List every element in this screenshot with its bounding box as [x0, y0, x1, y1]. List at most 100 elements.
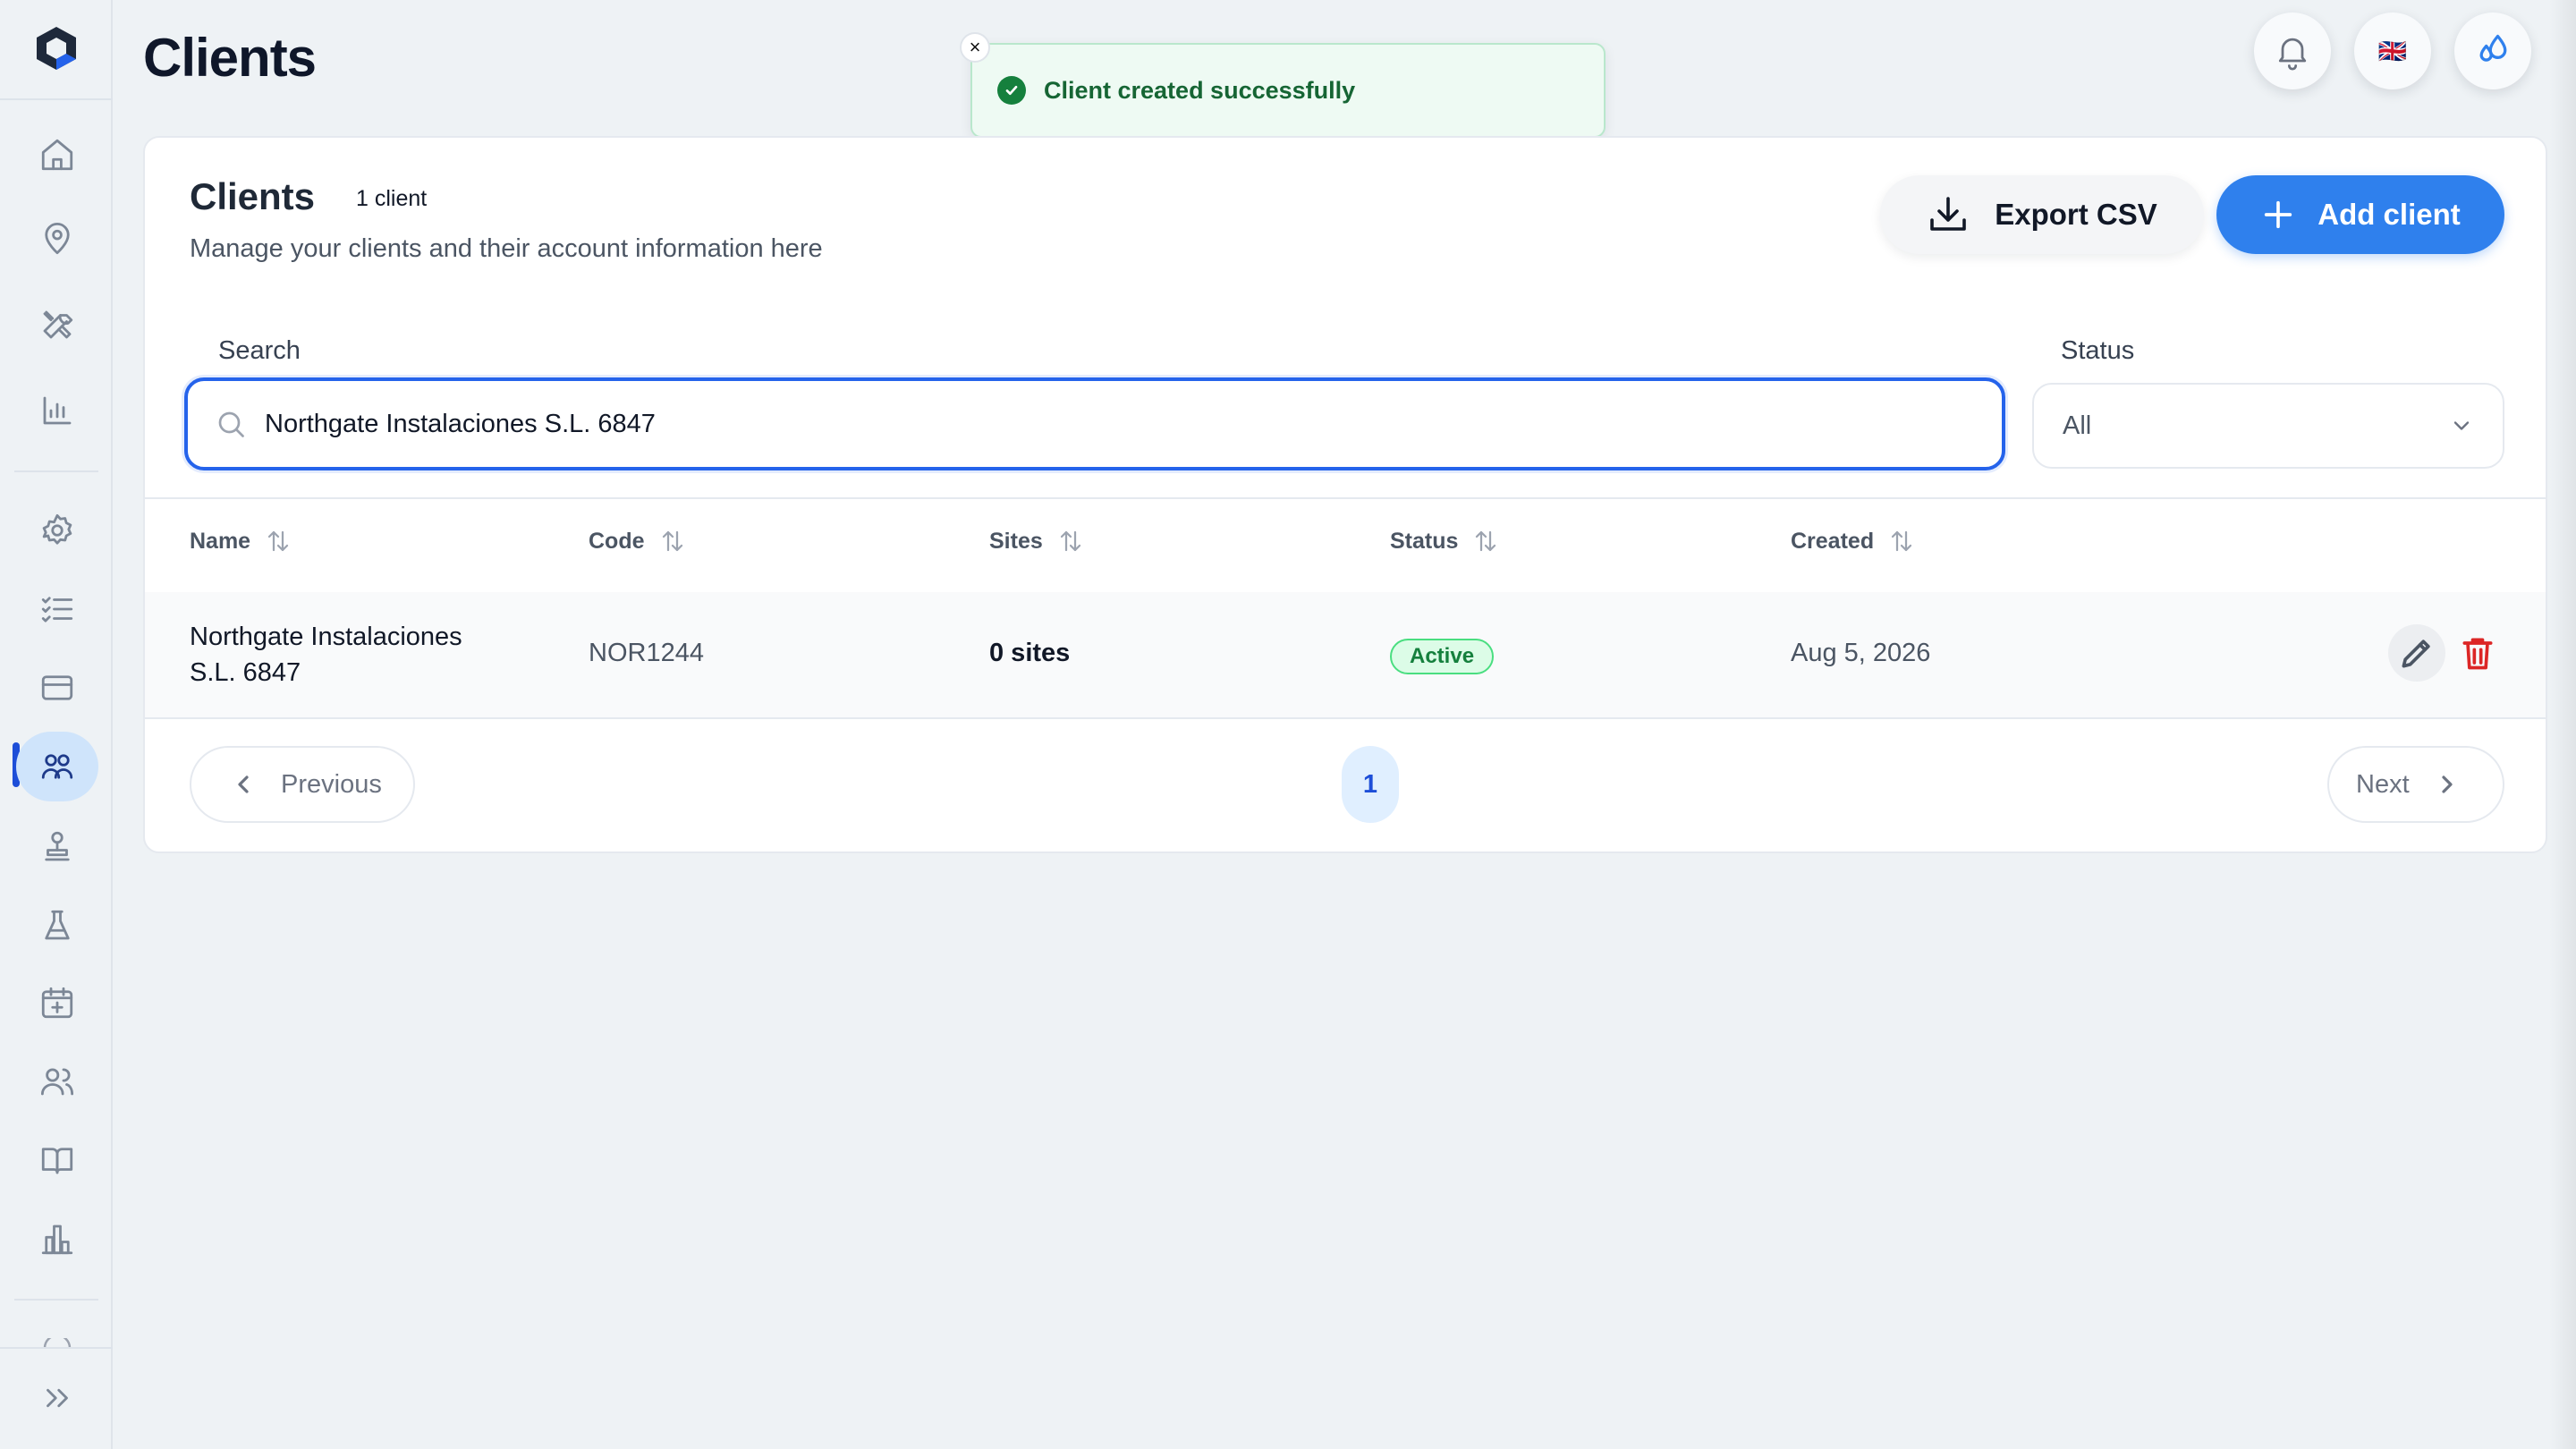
chevron-right-icon [2442, 775, 2453, 793]
client-name-cell: Northgate Instalaciones S.L. 6847 [190, 619, 462, 691]
sidebar-item-team[interactable] [16, 1046, 98, 1116]
sidebar-expand-button[interactable] [16, 1363, 98, 1433]
column-header-name[interactable]: Name [190, 528, 292, 555]
search-field[interactable] [184, 377, 2005, 470]
sort-icon [662, 530, 682, 552]
status-label: Status [2061, 336, 2135, 365]
sidebar-divider [14, 470, 98, 472]
droplets-icon [2479, 34, 2507, 62]
page-number-button[interactable]: 1 [1342, 746, 1399, 823]
window-edge-shadow [2549, 0, 2576, 1449]
theme-button[interactable] [2454, 13, 2531, 89]
sidebar-divider [14, 1299, 98, 1301]
client-count-badge: 1 client [356, 186, 428, 211]
delete-button[interactable] [2449, 624, 2506, 682]
table-divider [145, 497, 2546, 499]
client-sites-cell: 0 sites [989, 639, 1071, 667]
next-page-button[interactable]: Next [2327, 746, 2504, 823]
toast-message: Client created successfully [1044, 76, 1356, 104]
sidebar-item-lab[interactable] [16, 891, 98, 961]
success-toast: × Client created successfully [960, 32, 1606, 138]
page-title: Clients [143, 28, 317, 88]
trash-icon [2462, 638, 2493, 670]
pencil-icon [2402, 640, 2430, 668]
chevron-down-icon [2453, 421, 2470, 430]
column-header-label: Name [190, 528, 251, 554]
notifications-button[interactable] [2254, 13, 2331, 89]
download-icon [1930, 197, 1967, 231]
status-select-value: All [2063, 411, 2092, 440]
sidebar-item-home[interactable] [16, 120, 98, 190]
sidebar-item-tools[interactable] [16, 290, 98, 360]
next-label: Next [2356, 769, 2410, 799]
table-row[interactable]: Northgate Instalaciones S.L. 6847 NOR124… [145, 592, 2546, 719]
gear-icon [42, 513, 72, 545]
check-circle-icon [997, 76, 1026, 105]
chevron-left-icon [238, 775, 249, 793]
flask-icon [45, 910, 70, 940]
status-badge: Active [1390, 639, 1495, 674]
sidebar-item-docs[interactable] [16, 1125, 98, 1195]
sidebar-item-checklists[interactable] [16, 574, 98, 644]
export-csv-button[interactable]: Export CSV [1880, 175, 2204, 254]
add-client-button[interactable]: Add client [2216, 175, 2504, 254]
plus-icon [2265, 200, 2292, 229]
sidebar-item-calendar[interactable] [16, 968, 98, 1038]
clients-card: Clients 1 client Manage your clients and… [143, 136, 2547, 853]
credit-card-icon [41, 675, 73, 700]
sidebar-item-billing[interactable] [16, 653, 98, 723]
column-chart-icon [41, 1224, 73, 1255]
sidebar-item-reports[interactable] [16, 376, 98, 445]
toast-close-button[interactable]: × [960, 32, 990, 63]
sidebar-item-locations[interactable] [16, 204, 98, 274]
sort-icon [267, 530, 289, 552]
sidebar-item-analytics[interactable] [16, 1204, 98, 1274]
sort-icon [1060, 530, 1080, 552]
client-created-cell: Aug 5, 2026 [1791, 639, 1931, 667]
users-icon [40, 1068, 74, 1096]
app-logo-icon[interactable] [30, 23, 82, 75]
column-header-label: Status [1390, 528, 1459, 554]
column-header-status[interactable]: Status [1390, 528, 1499, 555]
language-button[interactable]: 🇬🇧 [2354, 13, 2431, 89]
previous-page-button[interactable]: Previous [190, 746, 415, 823]
book-icon [41, 1148, 73, 1174]
checklist-icon [41, 597, 73, 623]
sidebar [0, 0, 113, 1449]
column-header-created[interactable]: Created [1791, 528, 1915, 555]
clients-icon [41, 754, 73, 779]
add-client-label: Add client [2318, 198, 2461, 231]
search-icon [218, 411, 244, 437]
sidebar-divider [0, 98, 113, 100]
status-select[interactable]: All [2032, 383, 2504, 469]
flag-uk-icon: 🇬🇧 [2377, 37, 2408, 64]
tools-icon [43, 310, 73, 339]
card-subtitle: Manage your clients and their account in… [190, 234, 823, 263]
column-header-code[interactable]: Code [589, 528, 686, 555]
search-label: Search [218, 336, 301, 365]
client-name-line: S.L. 6847 [190, 658, 301, 687]
calendar-icon [41, 987, 73, 1019]
sort-icon [1476, 530, 1496, 552]
sidebar-divider [0, 1347, 113, 1349]
sidebar-item-stamps[interactable] [16, 812, 98, 882]
home-icon [41, 139, 73, 171]
search-input[interactable] [263, 408, 1966, 440]
client-code-cell: NOR1244 [589, 639, 704, 667]
sort-icon [1891, 530, 1912, 552]
sidebar-item-settings[interactable] [16, 496, 98, 565]
bell-icon [2278, 38, 2307, 71]
column-header-label: Created [1791, 528, 1875, 554]
sidebar-item-clients[interactable] [16, 732, 98, 801]
previous-label: Previous [281, 769, 382, 799]
edit-button[interactable] [2388, 624, 2445, 682]
column-header-sites[interactable]: Sites [989, 528, 1084, 555]
stamp-icon [45, 831, 70, 861]
client-name-line: Northgate Instalaciones [190, 623, 462, 651]
column-header-label: Code [589, 528, 645, 554]
bar-chart-icon [43, 396, 72, 425]
column-header-label: Sites [989, 528, 1043, 554]
export-csv-label: Export CSV [1995, 198, 2157, 231]
double-chevron-right-icon [47, 1388, 68, 1408]
map-pin-icon [45, 222, 70, 255]
